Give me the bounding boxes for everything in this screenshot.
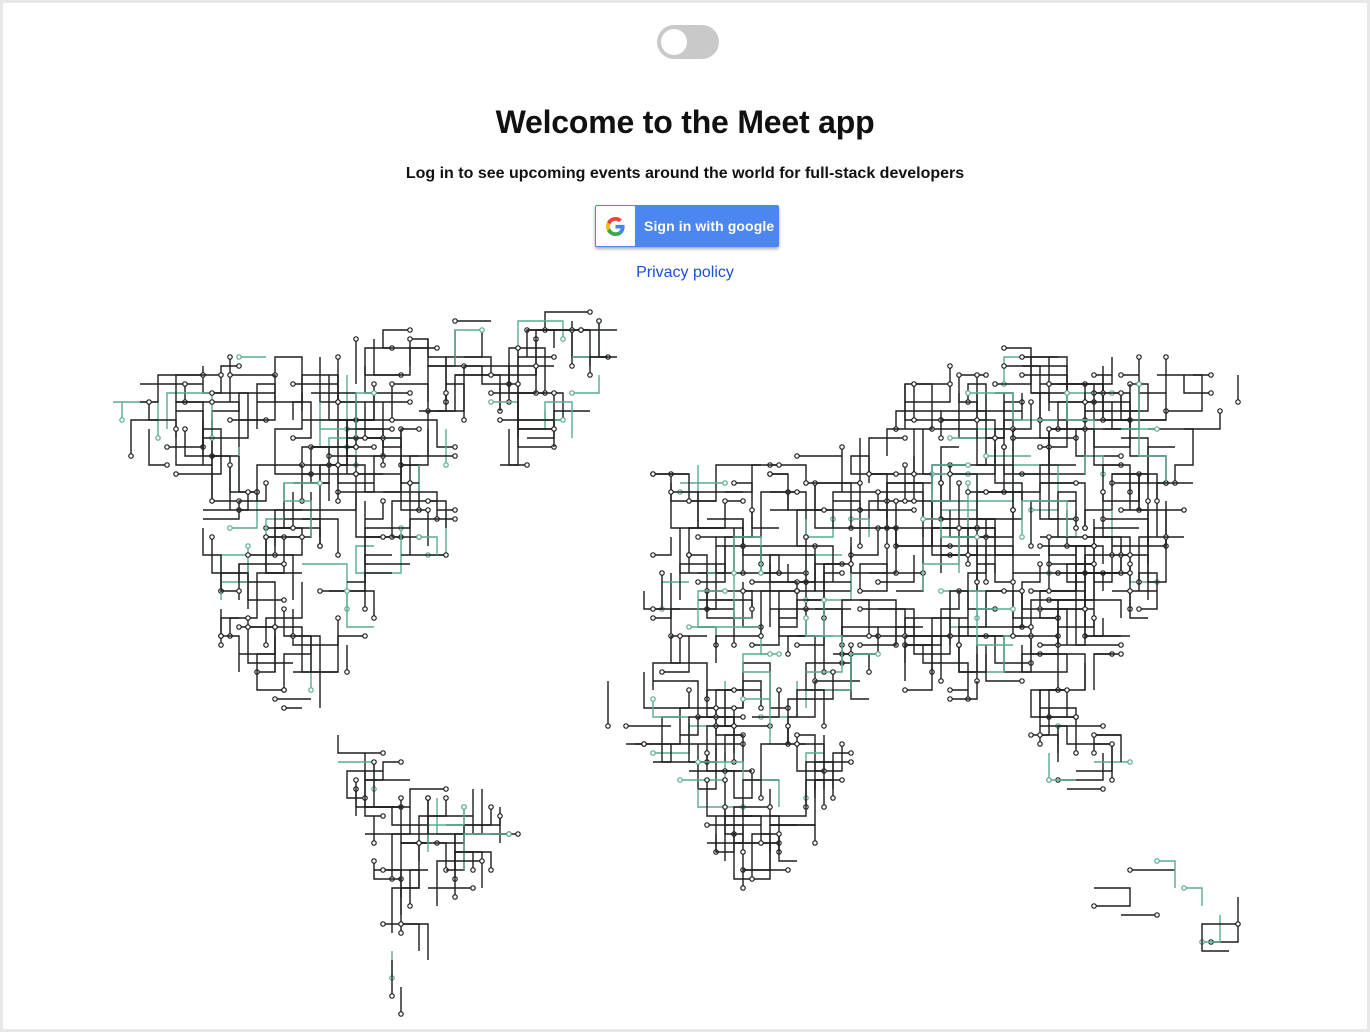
page: Welcome to the Meet app Log in to see up… [3,3,1367,1029]
privacy-policy-link[interactable]: Privacy policy [3,264,1367,282]
google-sign-in-label: Sign in with google [644,218,775,234]
google-sign-in-button[interactable]: Sign in with google [595,205,779,247]
world-map-circuit-image [113,309,1241,1017]
google-icon [606,217,625,236]
circuit-traces [113,309,1241,1017]
google-icon-box [596,206,635,246]
page-subtitle: Log in to see upcoming events around the… [405,165,965,182]
page-title: Welcome to the Meet app [495,104,875,140]
theme-toggle[interactable] [657,25,719,59]
toggle-knob [661,29,687,55]
